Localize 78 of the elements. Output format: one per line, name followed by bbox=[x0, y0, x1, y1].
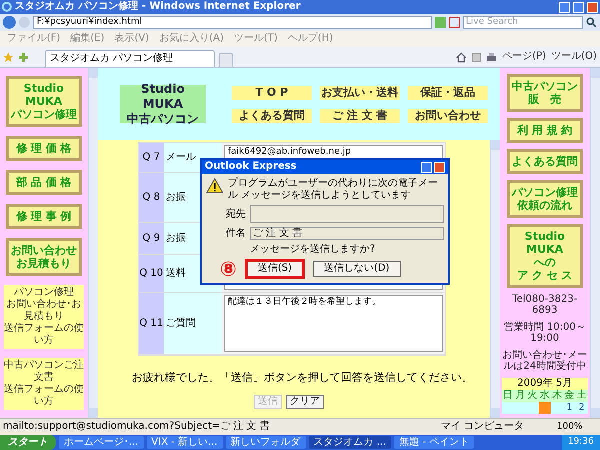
nav-button[interactable]: 修 理 価 格 bbox=[6, 136, 82, 161]
taskbar-button[interactable]: ホームページ･... bbox=[59, 436, 144, 449]
home-icon[interactable] bbox=[456, 52, 468, 62]
calendar-day: 2 bbox=[576, 402, 588, 414]
taskbar-button[interactable]: VIX - 新しい... bbox=[146, 436, 223, 449]
weekday-label: 土 bbox=[576, 390, 588, 402]
weekday-label: 水 bbox=[538, 390, 551, 402]
field-label: 宛先 bbox=[225, 208, 246, 222]
taskbar-button[interactable]: 無題 - ペイント bbox=[394, 436, 474, 449]
answer-box[interactable]: 配達は１３日午後２時を希望します。 bbox=[224, 295, 443, 352]
print-icon[interactable] bbox=[486, 52, 498, 62]
nav-button[interactable]: 部 品 価 格 bbox=[6, 170, 82, 195]
menu-item[interactable]: 表示(V) bbox=[110, 32, 154, 46]
nav-link[interactable]: T O P bbox=[232, 86, 312, 100]
dialog-message: プログラムがユーザーの代わりに次の電子メール メッセージを送信しようとしています bbox=[228, 178, 439, 202]
window-title: スタジオムカ パソコン修理 - Windows Internet Explorer bbox=[15, 0, 302, 14]
start-button[interactable]: スタート bbox=[0, 435, 56, 450]
star-icon[interactable] bbox=[3, 52, 14, 62]
recipient-field[interactable] bbox=[250, 205, 444, 223]
menu-item[interactable]: お気に入り(A) bbox=[154, 32, 229, 46]
nav-button[interactable]: Studio MUKA への ア ク セ ス bbox=[507, 224, 583, 288]
menu-item[interactable]: ツール(T) bbox=[229, 32, 283, 46]
nav-button[interactable]: よくある質問 bbox=[507, 149, 583, 174]
menu-item[interactable]: ヘルプ(H) bbox=[282, 32, 338, 46]
menu-item[interactable]: ファイル(F) bbox=[2, 32, 66, 46]
nav-link[interactable]: ご 注 文 書 bbox=[320, 108, 400, 122]
nav-link[interactable]: 保証・返品 bbox=[408, 86, 488, 100]
question-number: Q 9 bbox=[139, 223, 164, 254]
calendar-title: 2009年 5月 bbox=[502, 378, 588, 390]
question-number: Q 8 bbox=[139, 173, 164, 222]
address-field[interactable]: F:¥pcsyuuri¥index.html bbox=[33, 16, 432, 29]
subject-field[interactable]: ご 注 文 書 bbox=[250, 227, 444, 240]
menu-item[interactable]: 編集(E) bbox=[66, 32, 110, 46]
nav-button[interactable]: Studio MUKA パソコン修理 bbox=[6, 76, 82, 127]
nav-button[interactable]: 中古パソコン 販 売 bbox=[507, 74, 583, 112]
taskbar-button[interactable]: スタジオムカ ... bbox=[308, 436, 392, 449]
question-number: Q 7 bbox=[139, 143, 164, 172]
dialog-button[interactable]: 送信(S) bbox=[244, 259, 306, 279]
weekday-label: 木 bbox=[551, 390, 564, 402]
question-number: Q 11 bbox=[139, 293, 164, 354]
help-link[interactable]: 中古パソコンご注文書 送信フォームの使い方 bbox=[4, 358, 84, 410]
nav-button[interactable]: 利 用 規 約 bbox=[507, 118, 583, 143]
nav-button[interactable]: パソコン修理 依頼の流れ bbox=[507, 180, 583, 218]
nav-link[interactable]: お支払い・送料 bbox=[320, 86, 400, 100]
info-text: Tel080-3823-6893 bbox=[511, 294, 579, 316]
instruction-text: お疲れ様でした。「送信」ボタンを押して回答を送信してください。 bbox=[132, 370, 474, 386]
site-logo[interactable]: Studio MUKA 中古パソコン bbox=[120, 85, 206, 123]
weekday-label: 月 bbox=[514, 390, 526, 402]
search-icon[interactable] bbox=[586, 17, 597, 28]
browser-tab[interactable]: スタジオムカ パソコン修理 bbox=[45, 50, 215, 67]
info-text: 営業時間 10:00～19:00 bbox=[503, 322, 587, 344]
step-number: ⑧ bbox=[220, 259, 237, 279]
form-button[interactable]: クリア bbox=[286, 394, 324, 408]
nav-link[interactable]: よくある質問 bbox=[232, 108, 312, 122]
search-field[interactable]: Live Search bbox=[463, 16, 583, 29]
question-number: Q 10 bbox=[139, 255, 164, 292]
field-label: 件名 bbox=[225, 227, 246, 241]
add-favorite-icon[interactable] bbox=[18, 52, 29, 62]
status-text: mailto:support@studiomuka.com?Subject=ご 注 文 書 bbox=[3, 420, 271, 434]
nav-button[interactable]: 修 理 事 例 bbox=[6, 204, 82, 229]
taskbar-button[interactable]: 新しいフォルダ bbox=[226, 436, 306, 449]
nav-button[interactable]: お問い合わせ お見積もり bbox=[6, 238, 82, 276]
question-label: ご質問 bbox=[164, 293, 222, 354]
dialog-button[interactable]: 送信しない(D) bbox=[313, 261, 401, 277]
zoom-level[interactable]: 100% bbox=[557, 420, 597, 434]
clock-text: 19:36 bbox=[562, 435, 600, 450]
info-text: お問い合わせ･メールは24時間受付中 bbox=[502, 350, 588, 372]
toolbar-menu[interactable]: ページ(P) bbox=[502, 50, 546, 64]
calendar-day: 1 bbox=[563, 402, 576, 414]
toolbar-menu[interactable]: ツール(O) bbox=[551, 50, 597, 64]
help-link[interactable]: パソコン修理 お問い合わせ･お見積もり 送信フォームの使い方 bbox=[4, 285, 84, 349]
weekday-label: 金 bbox=[564, 390, 576, 402]
dialog-question: メッセージを送信しますか? bbox=[250, 244, 376, 256]
warning-icon bbox=[206, 178, 224, 194]
nav-link[interactable]: お問い合わせ bbox=[408, 108, 488, 122]
weekday-label: 火 bbox=[526, 390, 539, 402]
zone-text: マイ コンピュータ bbox=[441, 420, 526, 434]
weekday-label: 日 bbox=[502, 390, 514, 402]
